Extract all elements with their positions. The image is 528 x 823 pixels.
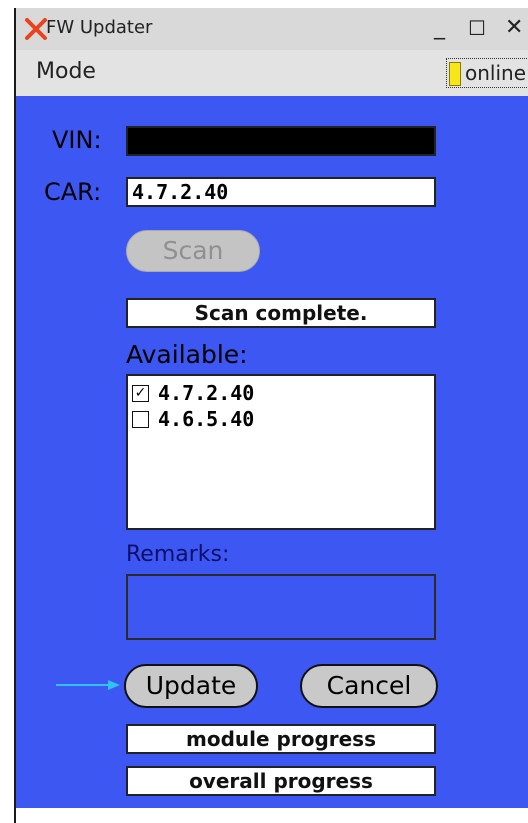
car-field[interactable]: 4.7.2.40 <box>126 177 436 207</box>
list-item[interactable]: 4.6.5.40 <box>132 406 254 432</box>
fw-updater-window: FW Updater _ ☐ ✕ Mode online VIN: CAR: 4… <box>14 8 528 823</box>
available-versions-list: ✓ 4.7.2.40 4.6.5.40 <box>126 374 436 530</box>
remarks-label: Remarks: <box>126 542 230 567</box>
version-label: 4.7.2.40 <box>158 381 255 405</box>
menu-bar: Mode online <box>16 50 528 97</box>
cancel-button[interactable]: Cancel <box>300 664 438 708</box>
maximize-button[interactable]: ☐ <box>468 15 486 41</box>
vin-label: VIN: <box>52 126 102 154</box>
scan-status: Scan complete. <box>126 298 436 328</box>
online-led-icon <box>449 62 461 86</box>
available-label: Available: <box>126 340 248 369</box>
version-label: 4.6.5.40 <box>158 407 255 431</box>
arrow-pointer-icon <box>56 680 120 690</box>
update-button[interactable]: Update <box>124 664 258 708</box>
vin-field[interactable] <box>126 126 436 156</box>
app-logo-icon <box>25 18 47 40</box>
checkbox-checked-icon[interactable]: ✓ <box>132 384 149 402</box>
window-title: FW Updater <box>46 17 153 38</box>
scan-button[interactable]: Scan <box>126 230 260 272</box>
list-item[interactable]: ✓ 4.7.2.40 <box>132 380 254 406</box>
minimize-button[interactable]: _ <box>434 15 445 41</box>
online-label: online <box>465 61 527 85</box>
overall-progress-bar: overall progress <box>126 766 436 796</box>
online-indicator[interactable]: online <box>446 58 528 88</box>
car-label: CAR: <box>44 178 102 206</box>
remarks-field[interactable] <box>126 574 436 640</box>
menu-mode[interactable]: Mode <box>36 59 96 84</box>
title-bar[interactable]: FW Updater _ ☐ ✕ <box>16 8 528 50</box>
close-button[interactable]: ✕ <box>505 15 523 41</box>
window-bottom-edge <box>16 808 528 823</box>
module-progress-bar: module progress <box>126 724 436 754</box>
checkbox-unchecked-icon[interactable] <box>132 410 149 428</box>
main-panel: VIN: CAR: 4.7.2.40 Scan Scan complete. A… <box>16 96 528 808</box>
